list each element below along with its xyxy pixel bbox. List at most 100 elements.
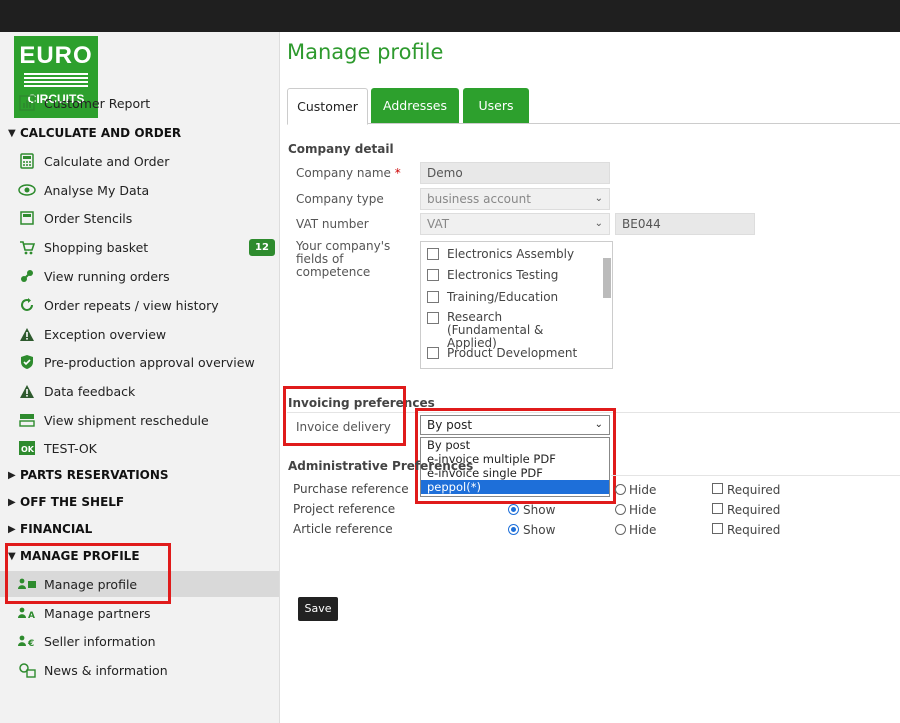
chevron-down-icon: ⌄ (594, 218, 603, 229)
competence-option[interactable]: Electronics Assembly (427, 247, 574, 261)
sidebar-item-analyse-my-data[interactable]: Analyse My Data (0, 177, 279, 203)
basket-count-badge: 12 (249, 238, 275, 256)
checkbox[interactable] (427, 269, 439, 281)
sidebar-item-label: View shipment reschedule (44, 412, 209, 428)
administrative-preferences-heading: Administrative Preferences (288, 459, 474, 473)
purchase-hide-radio[interactable] (615, 484, 626, 495)
project-show-label: Show (523, 503, 556, 517)
sidebar-item-seller-information[interactable]: € Seller information (0, 628, 279, 654)
stencil-icon (18, 209, 36, 227)
logo-text-top: EURO (19, 42, 93, 69)
company-type-select[interactable]: business account ⌄ (420, 188, 610, 210)
project-show-radio[interactable] (508, 504, 519, 515)
svg-text:€: € (27, 639, 34, 647)
sidebar-item-exception-overview[interactable]: Exception overview (0, 321, 279, 347)
vat-select[interactable]: VAT ⌄ (420, 213, 610, 235)
sidebar-item-label: News & information (44, 662, 168, 678)
article-show-radio[interactable] (508, 524, 519, 535)
required-asterisk: * (394, 166, 401, 180)
caret-right-icon: ▶ (8, 523, 16, 535)
news-icon (18, 661, 36, 679)
sidebar-item-view-running-orders[interactable]: View running orders (0, 263, 279, 289)
sidebar-item-test-ok[interactable]: OK TEST-OK (0, 435, 279, 461)
seller-icon: € (18, 632, 36, 650)
cart-icon (18, 238, 36, 256)
tab-bar: Customer Addresses Users (287, 88, 900, 125)
article-hide-label: Hide (629, 523, 657, 537)
project-hide-label: Hide (629, 503, 657, 517)
section-financial[interactable]: ▶ FINANCIAL (8, 518, 92, 540)
project-hide-radio[interactable] (615, 504, 626, 515)
checkbox[interactable] (427, 291, 439, 303)
article-show-label: Show (523, 523, 556, 537)
article-required-label: Required (727, 523, 781, 537)
shipment-icon (18, 411, 36, 429)
sidebar-item-label: Data feedback (44, 383, 136, 399)
sidebar-item-pre-production-approval[interactable]: Pre-production approval overview (0, 349, 279, 375)
tab-users[interactable]: Users (463, 88, 529, 123)
project-required-checkbox[interactable] (712, 503, 723, 514)
sidebar-item-label: TEST-OK (44, 440, 97, 456)
checkbox[interactable] (427, 248, 439, 260)
purchase-required-label: Required (727, 483, 781, 497)
article-required-checkbox[interactable] (712, 523, 723, 534)
purchase-required-checkbox[interactable] (712, 483, 723, 494)
warning-icon (18, 325, 36, 343)
sidebar-item-order-repeats[interactable]: Order repeats / view history (0, 292, 279, 318)
purchase-reference-label: Purchase reference (293, 482, 409, 496)
sidebar-item-calculate-and-order[interactable]: Calculate and Order (0, 148, 279, 174)
section-calculate-and-order[interactable]: ▼ CALCULATE AND ORDER (8, 122, 181, 144)
calculator-icon (18, 152, 36, 170)
logo-stripes (24, 73, 88, 87)
sidebar: EURO CIRCUITS Customer Report ▼ CALCULAT… (0, 32, 280, 723)
checkbox[interactable] (427, 312, 439, 324)
tab-customer[interactable]: Customer (287, 88, 368, 125)
report-icon (18, 94, 36, 112)
svg-text:OK: OK (21, 445, 35, 454)
project-required-label: Required (727, 503, 781, 517)
vat-number-field[interactable]: BE044 (615, 213, 755, 235)
highlight-box-manage-profile (5, 543, 171, 604)
repeat-icon (18, 296, 36, 314)
eye-icon (18, 181, 36, 199)
shield-check-icon (18, 353, 36, 371)
sidebar-item-news-information[interactable]: News & information (0, 657, 279, 683)
chevron-down-icon: ⌄ (594, 193, 603, 204)
tab-addresses[interactable]: Addresses (371, 88, 459, 123)
fields-of-competence-label: Your company's fields of competence (296, 239, 391, 279)
article-hide-radio[interactable] (615, 524, 626, 535)
project-reference-label: Project reference (293, 502, 396, 516)
section-label: FINANCIAL (20, 522, 93, 536)
sidebar-item-view-shipment-reschedule[interactable]: View shipment reschedule (0, 407, 279, 433)
sidebar-item-label: Pre-production approval overview (44, 354, 255, 370)
competence-option[interactable]: Product Development (427, 346, 577, 360)
section-label: OFF THE SHELF (20, 495, 125, 509)
caret-right-icon: ▶ (8, 496, 16, 508)
section-label: PARTS RESERVATIONS (20, 468, 169, 482)
list-scrollbar[interactable] (603, 258, 611, 298)
article-reference-label: Article reference (293, 522, 393, 536)
company-name-field[interactable]: Demo (420, 162, 610, 184)
company-type-label: Company type (296, 192, 384, 206)
checkbox[interactable] (427, 347, 439, 359)
sidebar-item-customer-report[interactable]: Customer Report (0, 90, 279, 116)
sidebar-item-order-stencils[interactable]: Order Stencils (0, 205, 279, 231)
save-button[interactable]: Save (298, 597, 338, 621)
sidebar-item-shopping-basket[interactable]: Shopping basket 12 (0, 234, 279, 260)
sidebar-item-data-feedback[interactable]: Data feedback (0, 378, 279, 404)
partners-icon: A (18, 604, 36, 622)
section-off-the-shelf[interactable]: ▶ OFF THE SHELF (8, 491, 124, 513)
vat-number-label: VAT number (296, 217, 369, 231)
competence-option[interactable]: Research (Fundamental & Applied) (427, 311, 587, 350)
fields-of-competence-list[interactable]: Electronics Assembly Electronics Testing… (420, 241, 613, 369)
competence-option[interactable]: Electronics Testing (427, 268, 558, 282)
sidebar-item-label: Exception overview (44, 326, 167, 342)
section-parts-reservations[interactable]: ▶ PARTS RESERVATIONS (8, 464, 169, 486)
highlight-box-dropdown (415, 408, 616, 504)
sidebar-item-label: Order Stencils (44, 210, 133, 226)
sidebar-item-label: Manage partners (44, 605, 151, 621)
purchase-hide-label: Hide (629, 483, 657, 497)
company-name-label: Company name * (296, 166, 401, 180)
competence-option[interactable]: Training/Education (427, 290, 558, 304)
caret-right-icon: ▶ (8, 469, 16, 481)
